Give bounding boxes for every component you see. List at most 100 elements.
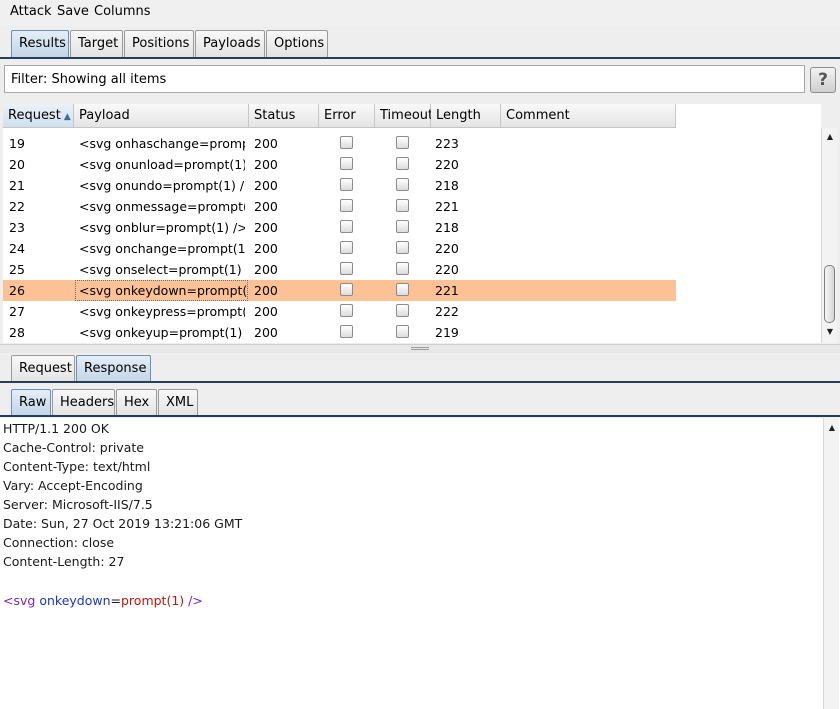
column-header-error[interactable]: Error <box>319 104 375 128</box>
cell-status: 200 <box>254 304 278 319</box>
view-tab-divider <box>0 415 840 417</box>
cell-length: 221 <box>435 283 459 298</box>
table-row[interactable]: 21 <svg onundo=prompt(1) /> 200 218 <box>3 175 676 196</box>
table-scrollbar[interactable]: ▲ ▼ <box>821 128 837 343</box>
error-checkbox[interactable] <box>340 241 353 254</box>
tab-results[interactable]: Results <box>11 30 69 57</box>
cell-payload: <svg onunload=prompt(1) /> <box>79 157 245 172</box>
cell-payload: <svg onblur=prompt(1) /> <box>79 220 245 235</box>
tab-divider <box>0 57 840 59</box>
tab-raw[interactable]: Raw <box>11 389 51 416</box>
error-checkbox[interactable] <box>340 136 353 149</box>
help-icon[interactable]: ? <box>810 67 836 93</box>
cell-payload: <svg onkeypress=prompt(... <box>79 304 245 319</box>
timeout-checkbox[interactable] <box>396 325 409 338</box>
column-header-status[interactable]: Status <box>249 104 319 128</box>
timeout-checkbox[interactable] <box>396 283 409 296</box>
cell-request: 26 <box>9 283 25 298</box>
tab-options[interactable]: Options <box>266 30 328 57</box>
detail-tab-divider <box>0 381 840 383</box>
column-header-payload[interactable]: Payload <box>74 104 249 128</box>
cell-status: 200 <box>254 283 278 298</box>
response-line: Cache-Control: private <box>3 440 144 455</box>
column-header-comment[interactable]: Comment <box>501 104 676 128</box>
response-line: Connection: close <box>3 535 115 550</box>
table-row[interactable]: 25 <svg onselect=prompt(1) /> 200 220 <box>3 259 676 280</box>
table-scroll-thumb[interactable] <box>824 265 835 323</box>
column-header-length[interactable]: Length <box>431 104 501 128</box>
table-row[interactable]: 27 <svg onkeypress=prompt(... 200 222 <box>3 301 676 322</box>
timeout-checkbox[interactable] <box>396 199 409 212</box>
cell-payload: <svg onselect=prompt(1) /> <box>79 262 245 277</box>
cell-status: 200 <box>254 178 278 193</box>
table-row[interactable]: 28 <svg onkeyup=prompt(1) /> 200 219 <box>3 322 676 343</box>
cell-request: 20 <box>9 157 25 172</box>
error-checkbox[interactable] <box>340 325 353 338</box>
results-table: Request ▲ Payload Status Error Timeout Le… <box>3 104 821 343</box>
timeout-checkbox[interactable] <box>396 304 409 317</box>
response-line: Server: Microsoft-IIS/7.5 <box>3 497 153 512</box>
error-checkbox[interactable] <box>340 157 353 170</box>
error-checkbox[interactable] <box>340 199 353 212</box>
table-row[interactable]: 22 <svg onmessage=prompt(... 200 221 <box>3 196 676 217</box>
menu-bar: Attack Save Columns <box>0 0 840 26</box>
splitter-grip[interactable] <box>411 347 429 350</box>
response-scrollbar[interactable]: ▲ <box>823 418 839 709</box>
timeout-checkbox[interactable] <box>396 220 409 233</box>
tab-headers[interactable]: Headers <box>52 389 115 416</box>
scroll-up-icon[interactable]: ▲ <box>824 131 836 143</box>
table-row[interactable]: 23 <svg onblur=prompt(1) /> 200 218 <box>3 217 676 238</box>
cell-status: 200 <box>254 220 278 235</box>
cell-length: 220 <box>435 241 459 256</box>
table-row[interactable]: 19 <svg onhaschange=promp... 200 223 <box>3 133 676 154</box>
error-checkbox[interactable] <box>340 283 353 296</box>
scroll-up-icon[interactable]: ▲ <box>826 422 838 434</box>
cell-status: 200 <box>254 199 278 214</box>
menu-columns[interactable]: Columns <box>94 4 151 19</box>
sort-ascending-icon: ▲ <box>63 112 71 122</box>
column-label-request: Request <box>8 108 61 123</box>
scroll-down-icon[interactable]: ▼ <box>824 326 836 338</box>
cell-payload: <svg onundo=prompt(1) /> <box>79 178 245 193</box>
cell-status: 200 <box>254 262 278 277</box>
cell-request: 19 <box>9 136 25 151</box>
timeout-checkbox[interactable] <box>396 136 409 149</box>
table-row[interactable]: 26 <svg onkeydown=prompt(... 200 221 <box>3 280 676 301</box>
tab-target[interactable]: Target <box>70 30 123 57</box>
cell-status: 200 <box>254 157 278 172</box>
timeout-checkbox[interactable] <box>396 262 409 275</box>
menu-attack[interactable]: Attack <box>10 4 52 19</box>
table-header: Request ▲ Payload Status Error Timeout Le… <box>3 104 676 128</box>
response-line: Vary: Accept-Encoding <box>3 478 143 493</box>
table-row[interactable]: 20 <svg onunload=prompt(1) /> 200 220 <box>3 154 676 175</box>
tab-request[interactable]: Request <box>11 355 75 382</box>
menu-save[interactable]: Save <box>57 4 89 19</box>
cell-length: 222 <box>435 304 459 319</box>
body-attr-value: prompt(1) <box>121 593 185 608</box>
error-checkbox[interactable] <box>340 262 353 275</box>
cell-request: 22 <box>9 199 25 214</box>
cell-status: 200 <box>254 136 278 151</box>
body-equals: = <box>110 593 121 608</box>
tab-payloads[interactable]: Payloads <box>195 30 265 57</box>
tab-hex[interactable]: Hex <box>116 389 157 416</box>
cell-request: 21 <box>9 178 25 193</box>
body-open-bracket: < <box>3 593 14 608</box>
timeout-checkbox[interactable] <box>396 157 409 170</box>
cell-length: 219 <box>435 325 459 340</box>
error-checkbox[interactable] <box>340 178 353 191</box>
column-header-timeout[interactable]: Timeout <box>375 104 433 128</box>
tab-positions[interactable]: Positions <box>124 30 194 57</box>
column-header-request[interactable]: Request ▲ <box>3 104 74 128</box>
timeout-checkbox[interactable] <box>396 241 409 254</box>
tab-xml[interactable]: XML <box>158 389 198 416</box>
error-checkbox[interactable] <box>340 220 353 233</box>
response-viewer[interactable]: HTTP/1.1 200 OK Cache-Control: private Con… <box>0 418 840 709</box>
table-row[interactable]: 24 <svg onchange=prompt(1)... 200 220 <box>3 238 676 259</box>
error-checkbox[interactable] <box>340 304 353 317</box>
cell-request: 27 <box>9 304 25 319</box>
timeout-checkbox[interactable] <box>396 178 409 191</box>
filter-bar[interactable]: Filter: Showing all items <box>4 65 805 93</box>
cell-length: 218 <box>435 178 459 193</box>
tab-response[interactable]: Response <box>76 355 151 382</box>
